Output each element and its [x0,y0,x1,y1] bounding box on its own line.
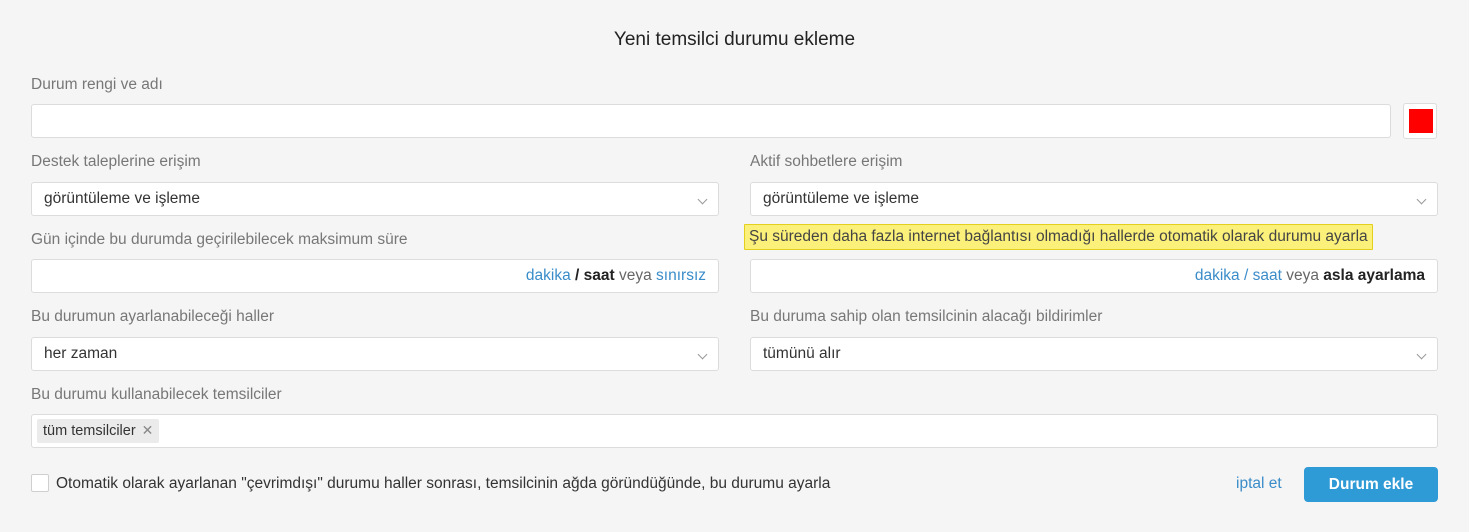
unit-never-selected[interactable]: asla ayarlama [1323,267,1425,284]
unit-separator: / [575,267,580,284]
agents-label: Bu durumu kullanabilecek temsilciler [31,386,282,403]
chat-access-select[interactable]: görüntüleme ve işleme [750,182,1438,216]
agent-tag-label: tüm temsilciler [43,423,136,439]
unit-separator: / [1243,267,1249,284]
set-cases-select[interactable]: her zaman [31,337,719,371]
chat-access-label: Aktif sohbetlere erişim [750,153,903,170]
auto-status-label: Şu süreden daha fazla internet bağlantıs… [744,224,1373,250]
notifications-label: Bu duruma sahip olan temsilcinin alacağı… [750,308,1103,325]
auto-status-units: dakika / saat veya asla ayarlama [1195,267,1425,285]
ticket-access-select[interactable]: görüntüleme ve işleme [31,182,719,216]
color-picker-button[interactable] [1403,103,1437,139]
agents-multiselect[interactable]: tüm temsilciler ✕ [31,414,1438,448]
offline-status-checkbox-label[interactable]: Otomatik olarak ayarlanan "çevrimdışı" d… [56,475,830,493]
chat-access-value: görüntüleme ve işleme [763,190,919,207]
set-cases-value: her zaman [44,345,118,362]
ticket-access-label: Destek taleplerine erişim [31,153,201,170]
status-name-input[interactable] [31,104,1391,138]
unit-hours-selected[interactable]: saat [584,267,615,284]
unit-unlimited-link[interactable]: sınırsız [656,267,706,284]
chevron-down-icon [1416,194,1427,205]
add-status-button[interactable]: Durum ekle [1304,467,1438,502]
unit-or-text: veya [618,267,652,284]
max-time-units: dakika / saat veya sınırsız [526,267,706,285]
close-icon[interactable]: ✕ [142,422,154,438]
unit-or-text: veya [1286,267,1319,284]
auto-status-input[interactable]: dakika / saat veya asla ayarlama [750,259,1438,293]
unit-hours-link[interactable]: saat [1253,267,1282,284]
chevron-down-icon [697,194,708,205]
unit-minutes-link[interactable]: dakika [526,267,571,284]
ticket-access-value: görüntüleme ve işleme [44,190,200,207]
notifications-value: tümünü alır [763,345,841,362]
color-swatch [1409,109,1433,133]
name-label: Durum rengi ve adı [31,76,163,93]
agent-tag: tüm temsilciler ✕ [37,419,160,443]
set-cases-label: Bu durumun ayarlanabileceği haller [31,308,274,325]
auto-status-label-highlight: Şu süreden daha fazla internet bağlantıs… [744,224,1373,250]
chevron-down-icon [1416,349,1427,360]
notifications-select[interactable]: tümünü alır [750,337,1438,371]
chevron-down-icon [697,349,708,360]
max-time-input[interactable]: dakika / saat veya sınırsız [31,259,719,293]
dialog-title: Yeni temsilci durumu ekleme [613,29,856,50]
cancel-link[interactable]: iptal et [1236,475,1282,493]
unit-minutes-link[interactable]: dakika [1195,267,1240,284]
max-time-label: Gün içinde bu durumda geçirilebilecek ma… [31,231,408,248]
offline-status-checkbox[interactable] [31,474,49,492]
